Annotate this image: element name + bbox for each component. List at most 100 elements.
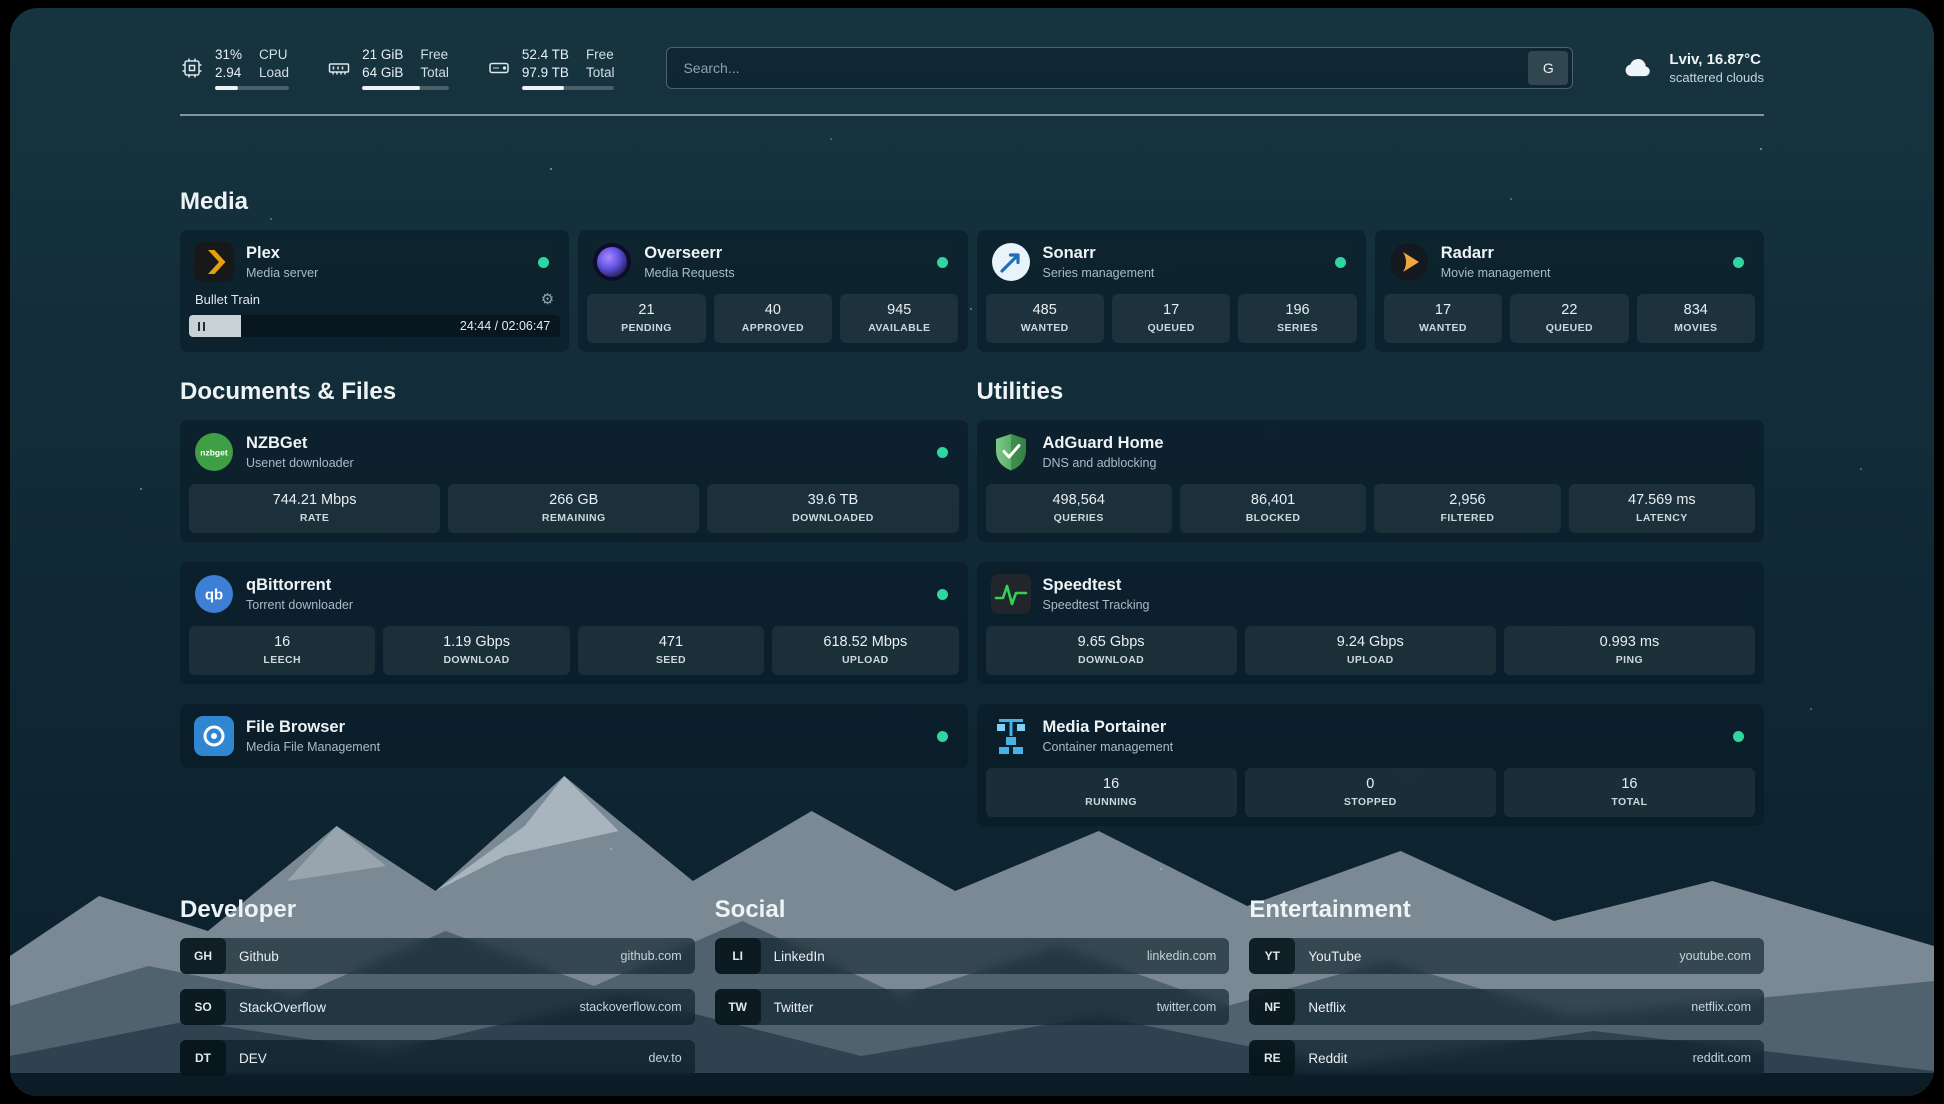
service-card-radarr[interactable]: Radarr Movie management 17 WANTED 22 QUE… [1375,230,1764,352]
bookmark-reddit[interactable]: RE Reddit reddit.com [1249,1040,1764,1076]
stat-blocked: 86,401 BLOCKED [1180,484,1366,533]
top-bar: 31% CPU 2.94 Load 21 GiB [180,46,1764,90]
service-card-adguard[interactable]: AdGuard Home DNS and adblocking 498,564 … [977,420,1765,542]
disk-widget: 52.4 TB Free 97.9 TB Total [487,46,615,90]
service-card-plex[interactable]: Plex Media server Bullet Train ⚙ 24:44 /… [180,230,569,352]
pause-button[interactable] [198,322,205,331]
system-stats-group: 31% CPU 2.94 Load 21 GiB [180,46,614,90]
bookmark-url: linkedin.com [1147,949,1216,963]
adguard-icon [991,432,1031,472]
bookmark-netflix[interactable]: NF Netflix netflix.com [1249,989,1764,1025]
service-card-sonarr[interactable]: Sonarr Series management 485 WANTED 17 Q… [977,230,1366,352]
service-card-qbittorrent[interactable]: qb qBittorrent Torrent downloader 16 [180,562,968,684]
bookmark-abbr: YT [1249,938,1295,974]
weather-location: Lviv, 16.87°C [1669,51,1764,68]
service-desc: Torrent downloader [246,598,353,612]
bookmark-url: netflix.com [1691,1000,1751,1014]
dashboard-screen: 31% CPU 2.94 Load 21 GiB [10,8,1934,1096]
cpu-load-value: 2.94 [215,64,242,81]
memory-icon [327,56,351,80]
stat-seed: 471 SEED [578,626,764,675]
bookmark-name: DEV [239,1051,267,1066]
status-dot [937,589,948,600]
service-card-nzbget[interactable]: nzbget NZBGet Usenet downloader 744.21 M… [180,420,968,542]
plex-icon [194,242,234,282]
disk-progress-bar [522,86,615,90]
documents-section-title: Documents & Files [180,378,968,406]
header-divider [180,114,1764,116]
bookmark-group-social: Social LI LinkedIn linkedin.com TW Twitt… [715,896,1230,1040]
svg-text:nzbget: nzbget [200,448,228,458]
playback-progress-bar[interactable]: 24:44 / 02:06:47 [189,315,560,337]
service-card-speedtest[interactable]: Speedtest Speedtest Tracking 9.65 Gbps D… [977,562,1765,684]
bookmark-github[interactable]: GH Github github.com [180,938,695,974]
now-playing-title: Bullet Train [195,292,260,307]
stat-wanted: 17 WANTED [1384,294,1502,343]
bookmark-abbr: DT [180,1040,226,1076]
stat-available: 945 AVAILABLE [840,294,958,343]
disk-free-value: 52.4 TB [522,46,569,63]
disk-label-bottom: Total [586,64,615,81]
service-card-portainer[interactable]: Media Portainer Container management 16 … [977,704,1765,826]
bookmark-stackoverflow[interactable]: SO StackOverflow stackoverflow.com [180,989,695,1025]
stat-movies: 834 MOVIES [1637,294,1755,343]
service-name: Radarr [1441,244,1551,263]
stat-wanted: 485 WANTED [986,294,1104,343]
stat-rate: 744.21 Mbps RATE [189,484,440,533]
bookmark-twitter[interactable]: TW Twitter twitter.com [715,989,1230,1025]
bookmark-url: github.com [621,949,682,963]
service-card-filebrowser[interactable]: File Browser Media File Management [180,704,968,768]
settings-gear-icon[interactable]: ⚙ [541,290,554,308]
cloud-icon [1619,53,1657,83]
memory-free-value: 21 GiB [362,46,403,63]
service-name: qBittorrent [246,576,353,595]
disk-icon [487,56,511,80]
weather-condition: scattered clouds [1669,70,1764,85]
service-desc: Speedtest Tracking [1043,598,1150,612]
service-name: AdGuard Home [1043,434,1164,453]
bookmark-abbr: LI [715,938,761,974]
stat-total: 16 TOTAL [1504,768,1755,817]
service-desc: Series management [1043,266,1155,280]
status-dot [1733,257,1744,268]
status-dot [1335,257,1346,268]
search-provider-button[interactable]: G [1528,51,1568,85]
stat-queued: 22 QUEUED [1510,294,1628,343]
service-desc: Movie management [1441,266,1551,280]
nzbget-icon: nzbget [194,432,234,472]
bookmark-dev[interactable]: DT DEV dev.to [180,1040,695,1076]
stat-approved: 40 APPROVED [714,294,832,343]
stat-downloaded: 39.6 TB DOWNLOADED [707,484,958,533]
bookmark-youtube[interactable]: YT YouTube youtube.com [1249,938,1764,974]
cpu-widget: 31% CPU 2.94 Load [180,46,289,90]
service-card-overseerr[interactable]: Overseerr Media Requests 21 PENDING 40 A… [578,230,967,352]
service-desc: Media server [246,266,318,280]
stat-pending: 21 PENDING [587,294,705,343]
stat-remaining: 266 GB REMAINING [448,484,699,533]
bookmark-linkedin[interactable]: LI LinkedIn linkedin.com [715,938,1230,974]
bookmark-abbr: GH [180,938,226,974]
service-name: Media Portainer [1043,718,1174,737]
search-bar: G [666,47,1573,89]
social-section-title: Social [715,896,1230,924]
bookmark-abbr: RE [1249,1040,1295,1076]
stat-upload: 618.52 Mbps UPLOAD [772,626,958,675]
speedtest-icon [991,574,1031,614]
disk-label-top: Free [586,46,615,63]
filebrowser-icon [194,716,234,756]
search-input[interactable] [681,59,1528,77]
service-name: Speedtest [1043,576,1150,595]
memory-label-top: Free [420,46,449,63]
status-dot [538,257,549,268]
stat-series: 196 SERIES [1238,294,1356,343]
stat-filtered: 2,956 FILTERED [1374,484,1560,533]
bookmark-name: Github [239,949,279,964]
stat-stopped: 0 STOPPED [1245,768,1496,817]
service-desc: Media File Management [246,740,380,754]
disk-total-value: 97.9 TB [522,64,569,81]
bookmark-url: dev.to [649,1051,682,1065]
stat-running: 16 RUNNING [986,768,1237,817]
stat-download: 1.19 Gbps DOWNLOAD [383,626,569,675]
bookmark-url: twitter.com [1157,1000,1217,1014]
service-name: File Browser [246,718,380,737]
